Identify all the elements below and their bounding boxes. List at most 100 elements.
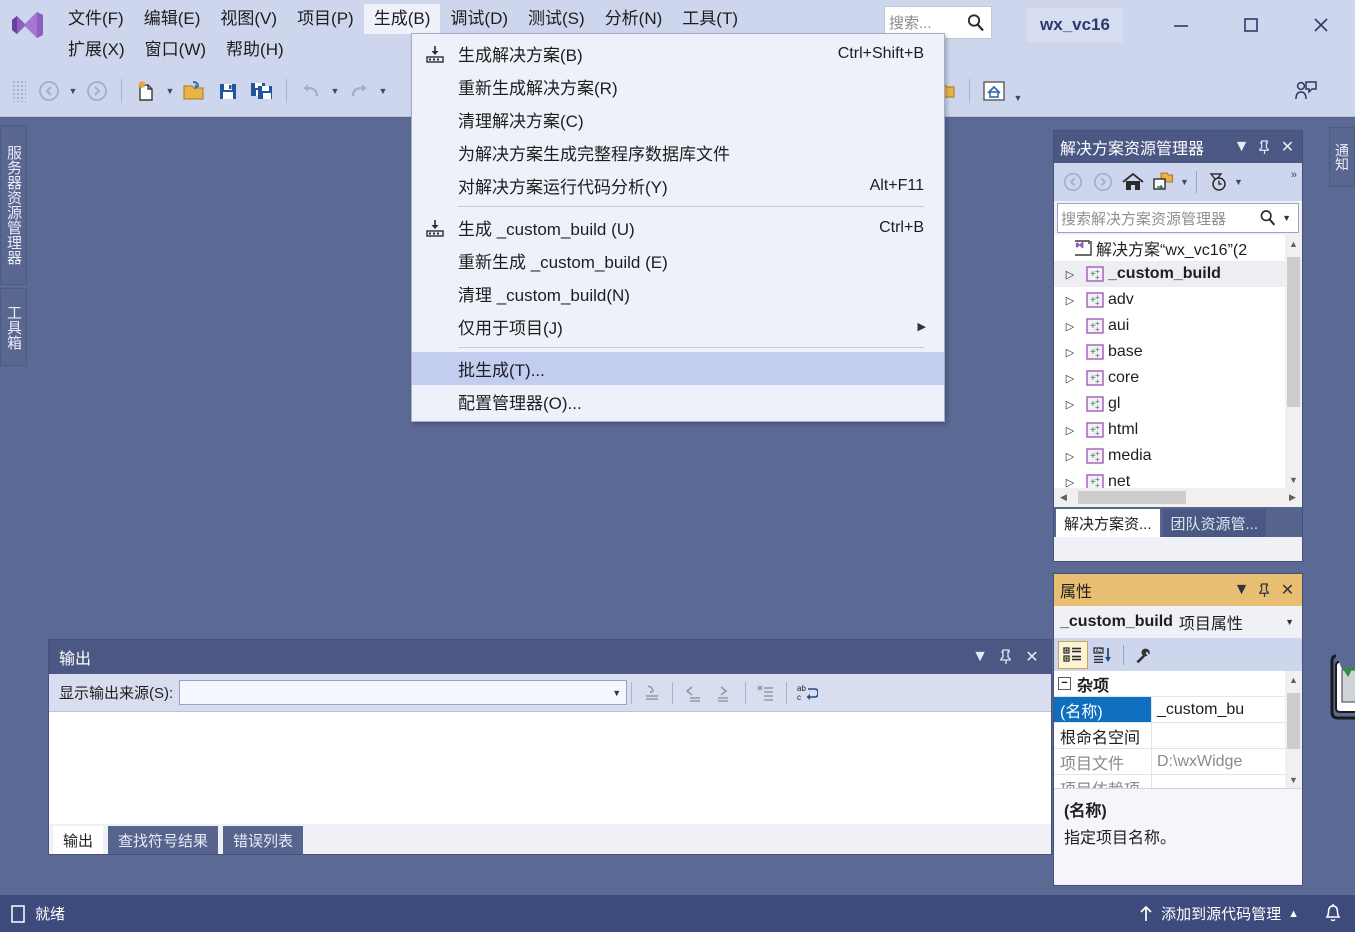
tree-node-net[interactable]: ▷ + + + net bbox=[1054, 469, 1302, 488]
pin-icon[interactable] bbox=[993, 644, 1019, 670]
menu-item-batch-build[interactable]: 批生成(T)... bbox=[412, 352, 944, 385]
navigate-backward-button[interactable] bbox=[1058, 167, 1088, 197]
menu-item-clean-project[interactable]: 清理 _custom_build(N) bbox=[412, 277, 944, 310]
right-tab-notifications[interactable]: 通知 bbox=[1329, 127, 1355, 187]
scroll-left-arrow-icon[interactable]: ◀ bbox=[1054, 492, 1073, 503]
horizontal-scroll-thumb[interactable] bbox=[1078, 491, 1186, 504]
scroll-right-arrow-icon[interactable]: ▶ bbox=[1283, 492, 1302, 503]
expander-icon[interactable]: ▷ bbox=[1058, 476, 1082, 489]
menu-analyze[interactable]: 分析(N) bbox=[595, 4, 673, 35]
save-all-button[interactable] bbox=[247, 76, 277, 106]
menu-build[interactable]: 生成(B) bbox=[363, 3, 441, 35]
menu-item-rebuild-solution[interactable]: 重新生成解决方案(R) bbox=[412, 70, 944, 103]
close-icon[interactable]: ✕ bbox=[1276, 578, 1299, 602]
toolbar-overflow-button[interactable]: ▼ bbox=[1011, 76, 1025, 106]
menu-debug[interactable]: 调试(D) bbox=[440, 4, 518, 35]
property-row-root-namespace[interactable]: 根命名空间 bbox=[1054, 723, 1302, 749]
previous-message-button[interactable] bbox=[677, 679, 709, 707]
menu-tools[interactable]: 工具(T) bbox=[672, 4, 748, 35]
save-button[interactable] bbox=[213, 76, 243, 106]
send-feedback-button[interactable] bbox=[1291, 76, 1321, 106]
menu-window[interactable]: 窗口(W) bbox=[135, 35, 216, 66]
toolbar-overflow-chevron-icon[interactable]: » bbox=[1291, 169, 1297, 181]
output-tab-output[interactable]: 输出 bbox=[53, 826, 104, 854]
property-row-project-dependencies[interactable]: 项目依赖项 bbox=[1054, 775, 1302, 788]
undo-dropdown-caret[interactable]: ▼ bbox=[328, 76, 342, 106]
maximize-button[interactable] bbox=[1225, 6, 1277, 44]
tree-node-aui[interactable]: ▷ + + + aui bbox=[1054, 313, 1302, 339]
close-icon[interactable]: ✕ bbox=[1276, 135, 1299, 159]
solution-tree-vertical-scrollbar[interactable]: ▲ ▼ bbox=[1285, 235, 1302, 488]
menu-edit[interactable]: 编辑(E) bbox=[134, 4, 211, 35]
chevron-down-icon-2[interactable]: ▼ bbox=[1232, 167, 1245, 197]
property-value[interactable]: _custom_bu bbox=[1152, 701, 1302, 719]
menu-item-clean-solution[interactable]: 清理解决方案(C) bbox=[412, 103, 944, 136]
close-button[interactable] bbox=[1295, 6, 1347, 44]
tab-solution-explorer[interactable]: 解决方案资... bbox=[1056, 509, 1160, 537]
menu-item-build-full-pdb[interactable]: 为解决方案生成完整程序数据库文件 bbox=[412, 136, 944, 169]
alphabetical-view-button[interactable]: A Z bbox=[1088, 641, 1118, 669]
tree-node-media[interactable]: ▷ + + + media bbox=[1054, 443, 1302, 469]
close-icon[interactable]: ✕ bbox=[1019, 644, 1045, 670]
vertical-scroll-thumb[interactable] bbox=[1287, 693, 1300, 749]
scroll-up-arrow-icon[interactable]: ▲ bbox=[1285, 235, 1302, 252]
new-project-dropdown-caret[interactable]: ▼ bbox=[163, 76, 177, 106]
properties-grid[interactable]: − 杂项 (名称) _custom_bu 根命名空间 项目文件 D:\wxWid… bbox=[1054, 671, 1302, 788]
menu-item-project-only[interactable]: 仅用于项目(J) ▶ bbox=[412, 310, 944, 343]
property-pages-button[interactable] bbox=[1129, 641, 1159, 669]
chevron-up-icon[interactable]: ▲ bbox=[1288, 908, 1299, 920]
go-to-message-button[interactable] bbox=[636, 679, 668, 707]
expander-icon[interactable]: ▷ bbox=[1058, 294, 1082, 307]
redo-button[interactable] bbox=[344, 76, 374, 106]
start-page-button[interactable] bbox=[979, 76, 1009, 106]
menu-item-build-project[interactable]: 生成 _custom_build (U) Ctrl+B bbox=[412, 211, 944, 244]
home-button[interactable] bbox=[1118, 167, 1148, 197]
menu-file[interactable]: 文件(F) bbox=[58, 4, 134, 35]
left-tab-server-explorer[interactable]: 服务器资源管理器 bbox=[0, 125, 27, 285]
sync-with-active-document-button[interactable] bbox=[1148, 167, 1178, 197]
minimize-button[interactable] bbox=[1155, 6, 1207, 44]
toolbar-grip-handle[interactable] bbox=[12, 80, 26, 102]
expander-icon[interactable]: ▷ bbox=[1058, 320, 1082, 333]
tab-team-explorer[interactable]: 团队资源管... bbox=[1162, 509, 1267, 537]
tree-node-solution-root[interactable]: 解决方案“wx_vc16”(2 bbox=[1054, 235, 1302, 261]
chevron-down-icon[interactable]: ▼ bbox=[1230, 135, 1253, 159]
menu-item-rebuild-project[interactable]: 重新生成 _custom_build (E) bbox=[412, 244, 944, 277]
expander-icon[interactable]: ▷ bbox=[1058, 398, 1082, 411]
menu-test[interactable]: 测试(S) bbox=[518, 4, 595, 35]
expander-icon[interactable]: ▷ bbox=[1058, 372, 1082, 385]
properties-object-selector[interactable]: _custom_build 项目属性 ▼ bbox=[1054, 606, 1302, 638]
tree-node-gl[interactable]: ▷ + + + gl bbox=[1054, 391, 1302, 417]
chevron-down-icon[interactable]: ▼ bbox=[967, 644, 993, 670]
navigate-forward-button[interactable] bbox=[1088, 167, 1118, 197]
menu-view[interactable]: 视图(V) bbox=[210, 4, 287, 35]
expander-icon[interactable]: ▷ bbox=[1058, 268, 1082, 281]
tree-node-custom-build[interactable]: ▷ + + + _custom_build bbox=[1054, 261, 1302, 287]
collapse-icon[interactable]: − bbox=[1058, 677, 1071, 690]
next-message-button[interactable] bbox=[709, 679, 741, 707]
solution-tree-horizontal-scrollbar[interactable]: ◀ ▶ bbox=[1054, 488, 1302, 507]
back-dropdown-caret[interactable]: ▼ bbox=[66, 76, 80, 106]
left-tab-toolbox[interactable]: 工具箱 bbox=[0, 288, 27, 366]
menu-project[interactable]: 项目(P) bbox=[287, 4, 364, 35]
redo-dropdown-caret[interactable]: ▼ bbox=[376, 76, 390, 106]
menu-item-configuration-manager[interactable]: 配置管理器(O)... bbox=[412, 385, 944, 418]
output-source-select[interactable]: ▼ bbox=[179, 680, 628, 705]
property-row-project-file[interactable]: 项目文件 D:\wxWidge bbox=[1054, 749, 1302, 775]
solution-explorer-search-input[interactable]: 搜索解决方案资源管理器 ▼ bbox=[1057, 203, 1299, 233]
clear-all-button[interactable] bbox=[750, 679, 782, 707]
pin-icon[interactable] bbox=[1253, 578, 1276, 602]
undo-button[interactable] bbox=[296, 76, 326, 106]
property-row-name[interactable]: (名称) _custom_bu bbox=[1054, 697, 1302, 723]
notifications-button[interactable] bbox=[1311, 903, 1355, 925]
chevron-down-icon[interactable]: ▼ bbox=[1178, 167, 1191, 197]
navigate-forward-button[interactable] bbox=[82, 76, 112, 106]
menu-help[interactable]: 帮助(H) bbox=[216, 35, 294, 66]
menu-item-build-solution[interactable]: 生成解决方案(B) Ctrl+Shift+B bbox=[412, 37, 944, 70]
new-project-button[interactable] bbox=[131, 76, 161, 106]
chevron-down-icon[interactable]: ▼ bbox=[1230, 578, 1253, 602]
pin-icon[interactable] bbox=[1253, 135, 1276, 159]
open-file-button[interactable] bbox=[179, 76, 209, 106]
output-tab-find-symbol-results[interactable]: 查找符号结果 bbox=[108, 826, 219, 854]
scroll-down-arrow-icon[interactable]: ▼ bbox=[1285, 471, 1302, 488]
